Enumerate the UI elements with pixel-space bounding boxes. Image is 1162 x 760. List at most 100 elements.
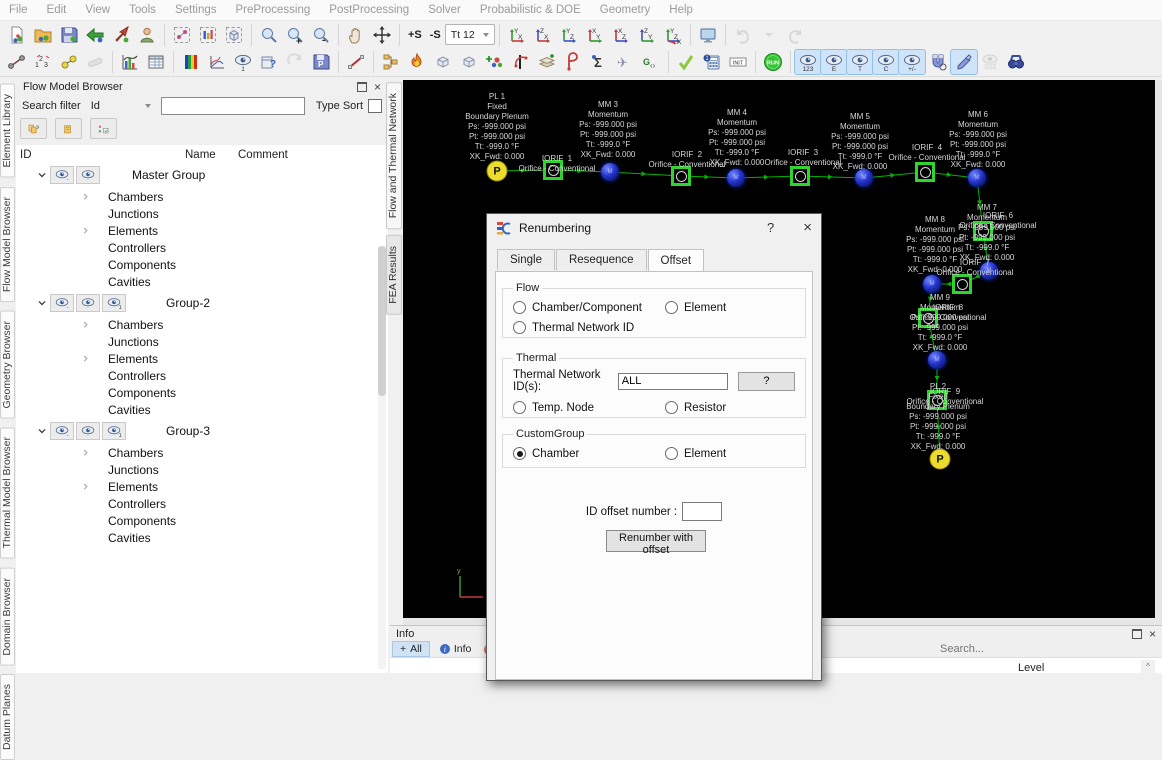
tree-scrollbar[interactable] — [378, 246, 386, 669]
geometry-swap-button[interactable]: G‹› — [638, 50, 664, 74]
tree-item-group-2-controllers[interactable]: Controllers — [16, 367, 388, 384]
run-solver-button[interactable]: RUN — [760, 50, 786, 74]
chart-view-button[interactable] — [117, 50, 143, 74]
id-offset-input[interactable] — [682, 502, 722, 521]
expand-all-groups-button[interactable] — [20, 118, 47, 139]
dock-tab-element-library[interactable]: Element Library — [0, 84, 15, 178]
table-view-button[interactable] — [143, 50, 169, 74]
iorif-4-node[interactable] — [915, 162, 935, 182]
grid-display-button[interactable] — [977, 50, 1003, 74]
menu-preprocessing[interactable]: PreProcessing — [236, 4, 311, 16]
column-header-level[interactable]: Level — [1018, 662, 1044, 674]
datum-layers-button[interactable] — [534, 50, 560, 74]
refresh-results-button[interactable] — [282, 50, 308, 74]
pressure-curve-button[interactable] — [560, 50, 586, 74]
column-header-id[interactable]: ID — [20, 149, 32, 161]
radio-thermal-resistor[interactable]: Resistor — [665, 401, 795, 414]
tree-item-group-3-components[interactable]: Components — [16, 512, 388, 529]
import-model-button[interactable] — [82, 23, 108, 47]
thermal-ids-help-button[interactable]: ? — [738, 372, 795, 391]
view-zy-button[interactable]: ZY — [634, 23, 660, 47]
chevron-right-icon[interactable] — [78, 320, 92, 329]
menu-tools[interactable]: Tools — [129, 4, 156, 16]
column-header-comment[interactable]: Comment — [238, 149, 288, 161]
transient-run-button[interactable]: ✈ — [612, 50, 638, 74]
visibility-eye-button[interactable]: 1 — [102, 422, 126, 440]
undo-history-button[interactable] — [756, 23, 782, 47]
dialog-tab-single[interactable]: Single — [497, 249, 555, 270]
decrease-symbol-size-button[interactable]: -S — [426, 23, 445, 47]
radio-custom-chamber[interactable]: Chamber — [513, 447, 665, 460]
pl-1-node[interactable]: P — [487, 161, 508, 182]
thermal-ids-input[interactable] — [618, 373, 728, 390]
search-filter-dropdown[interactable]: Id — [86, 98, 156, 114]
tree-item-group-3-cavities[interactable]: Cavities — [16, 529, 388, 546]
search-magnet-button[interactable] — [925, 50, 951, 74]
view-yx-button[interactable]: YX — [504, 23, 530, 47]
radio-flow-thermal-network-id[interactable]: Thermal Network ID — [513, 321, 665, 334]
highlight-selection-button[interactable] — [951, 50, 977, 74]
radio-custom-element[interactable]: Element — [665, 447, 795, 460]
add-network-button[interactable] — [482, 50, 508, 74]
save-model-button[interactable] — [56, 23, 82, 47]
visibility-eye-button[interactable]: - — [50, 422, 74, 440]
tree-item-group-3-chambers[interactable]: Chambers — [16, 444, 388, 461]
group-row-group-2[interactable]: -1Group-2 — [16, 290, 388, 316]
radio-flow-chamber-component[interactable]: Chamber/Component — [513, 301, 665, 314]
colormap-button[interactable] — [178, 50, 204, 74]
dock-tab-thermal-model-browser[interactable]: Thermal Model Browser — [0, 427, 15, 558]
properties-help-button[interactable]: ? — [256, 50, 282, 74]
select-region-button[interactable] — [221, 23, 247, 47]
view-xz-button[interactable]: XZ — [608, 23, 634, 47]
dialog-help-button[interactable]: ? — [767, 220, 774, 235]
view-xy-button[interactable]: XY — [582, 23, 608, 47]
tree-item-group-2-components[interactable]: Components — [16, 384, 388, 401]
canvas-vertical-scrollbar[interactable] — [1155, 80, 1162, 625]
tree-item-master-group-components[interactable]: Components — [16, 256, 388, 273]
tree-item-master-group-chambers[interactable]: Chambers — [16, 188, 388, 205]
undo-button[interactable] — [730, 23, 756, 47]
renumber-with-offset-button[interactable]: Renumber with offset — [606, 530, 706, 552]
float-panel-icon[interactable] — [357, 82, 367, 92]
dock-tab-geometry-browser[interactable]: Geometry Browser — [0, 311, 15, 419]
group-row-master-group[interactable]: -Master Group — [16, 162, 388, 188]
font-size-dropdown[interactable]: Tt 12 — [445, 24, 495, 45]
visibility-eye-button[interactable] — [76, 422, 100, 440]
dock-tab-flow-model-browser[interactable]: Flow Model Browser — [0, 187, 15, 302]
chevron-down-icon[interactable] — [34, 170, 50, 180]
mm-9-node[interactable]: M — [928, 351, 946, 369]
radio-flow-element[interactable]: Element — [665, 301, 795, 314]
view-zx-button[interactable]: ZX — [530, 23, 556, 47]
chevron-down-icon[interactable] — [34, 298, 50, 308]
export-model-button[interactable] — [108, 23, 134, 47]
show-thermal-eye-button[interactable]: T — [847, 50, 873, 74]
show-signs-eye-button[interactable]: +/- — [899, 50, 925, 74]
pan-button[interactable] — [343, 23, 369, 47]
plot-results-button[interactable] — [204, 50, 230, 74]
tree-item-group-2-elements[interactable]: Elements — [16, 350, 388, 367]
save-results-button[interactable]: P — [308, 50, 334, 74]
visibility-eye-button[interactable]: - — [50, 166, 74, 184]
menu-settings[interactable]: Settings — [175, 4, 217, 16]
visibility-eye-button[interactable]: - — [50, 294, 74, 312]
select-nodes-button[interactable] — [169, 23, 195, 47]
close-info-panel-icon[interactable]: × — [1149, 629, 1156, 639]
collapse-all-groups-button[interactable] — [55, 118, 82, 139]
increase-symbol-size-button[interactable]: +S — [404, 23, 426, 47]
dock-tab-domain-browser[interactable]: Domain Browser — [0, 568, 15, 666]
new-model-button[interactable] — [4, 23, 30, 47]
summation-button[interactable]: Σ — [586, 50, 612, 74]
visibility-eye-button[interactable] — [76, 166, 100, 184]
mm-4-node[interactable]: M — [727, 169, 745, 187]
show-components-eye-button[interactable]: C — [873, 50, 899, 74]
search-input[interactable] — [161, 97, 305, 115]
multi-visibility-toggle-button[interactable] — [90, 118, 117, 139]
move-button[interactable] — [369, 23, 395, 47]
view-isometric-button[interactable]: YZX — [660, 23, 686, 47]
menu-geometry[interactable]: Geometry — [600, 4, 651, 16]
group-row-group-3[interactable]: -1Group-3 — [16, 418, 388, 444]
menu-postprocessing[interactable]: PostProcessing — [329, 4, 409, 16]
chevron-right-icon[interactable] — [78, 482, 92, 491]
tree-item-group-3-elements[interactable]: Elements — [16, 478, 388, 495]
dock-tab-datum-planes[interactable]: Datum Planes — [0, 674, 15, 760]
